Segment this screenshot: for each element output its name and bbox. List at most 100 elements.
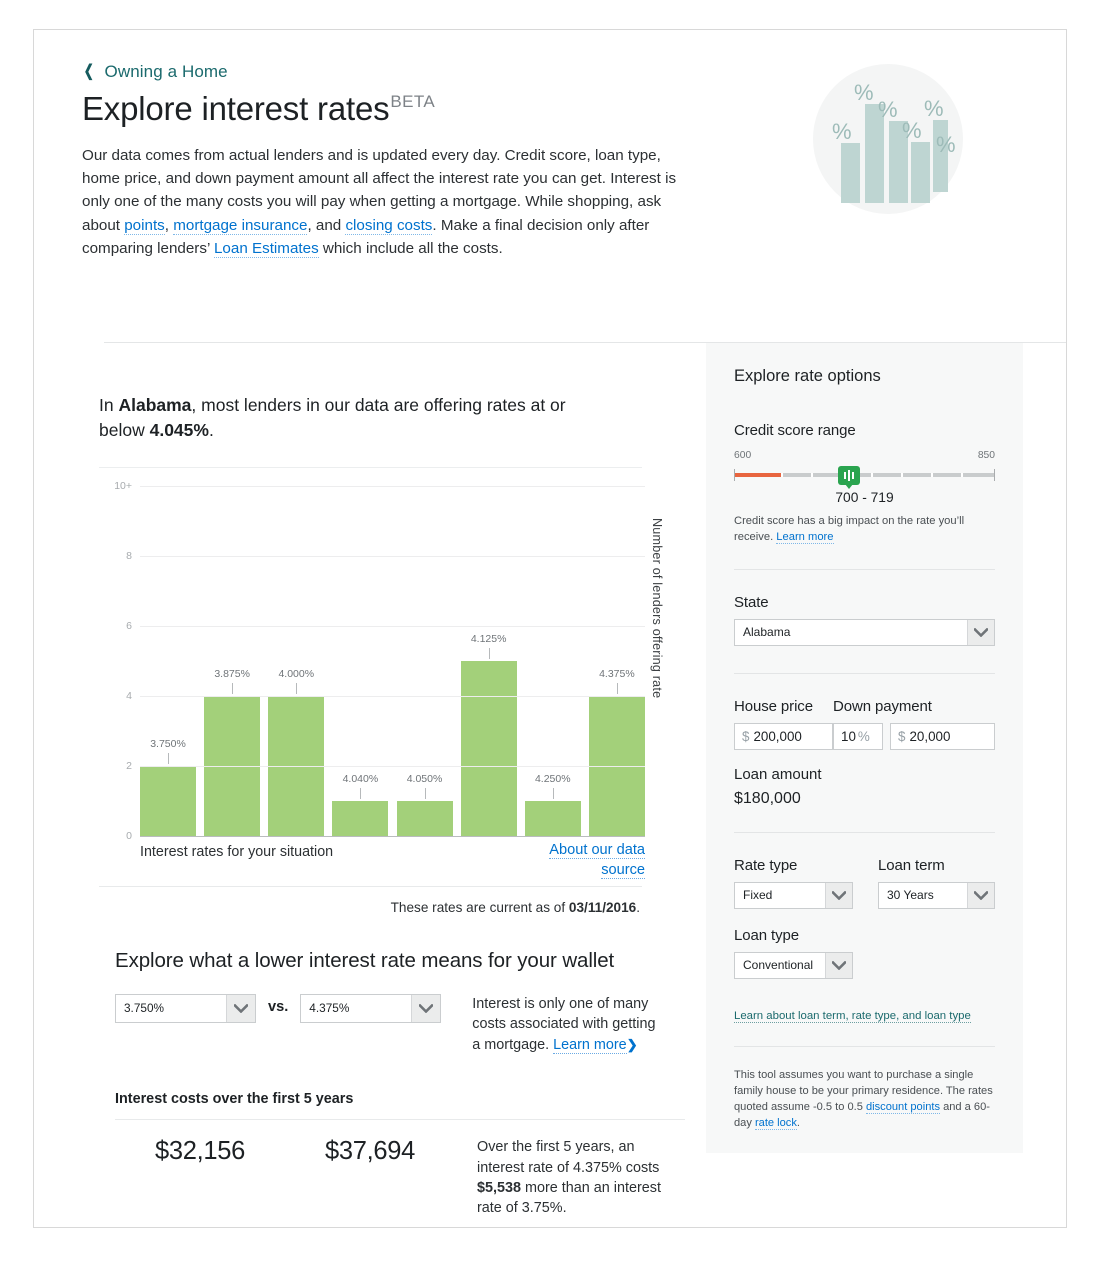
beta-badge: BETA <box>390 92 436 111</box>
panel-title: Explore rate options <box>734 367 881 385</box>
percent-sign-icon: % <box>857 728 870 744</box>
svg-text:%: % <box>878 97 898 122</box>
chart-bar[interactable] <box>396 800 453 836</box>
credit-slider-handle[interactable] <box>837 466 860 489</box>
chart-bar-tick <box>296 682 298 694</box>
about-our-data-source-link[interactable]: About our data source <box>513 840 645 880</box>
chart-gridline: 4 <box>126 690 645 702</box>
rates-bar-chart: 3.750% 3.875% 4.000% 4.040% 4.050% 4.125% 4.25… <box>99 468 679 879</box>
breadcrumb-owning-a-home[interactable]: ❮ Owning a Home <box>82 62 228 82</box>
chart-bar-label: 4.050% <box>406 772 443 785</box>
slider-filled-range <box>734 473 781 477</box>
as-of-date: 03/11/2016 <box>568 899 637 915</box>
loan-type-select[interactable]: Conventional <box>734 951 853 979</box>
chart-y-tick: 2 <box>126 759 132 772</box>
loan-amount-value: $180,000 <box>734 789 801 807</box>
chart-bar-column[interactable]: 3.750% <box>140 486 197 836</box>
page-body: In Alabama, most lenders in our data are… <box>34 343 1066 1227</box>
chart-column: In Alabama, most lenders in our data are… <box>34 343 706 1219</box>
chart-bar-tick <box>616 682 618 694</box>
chart-y-tick: 10+ <box>114 479 132 492</box>
slider-left-cap <box>734 469 735 481</box>
chart-bar-column[interactable]: 4.125% <box>460 486 517 836</box>
slider-notch <box>810 473 813 477</box>
credit-max-label: 850 <box>977 450 995 461</box>
slider-right-cap <box>994 469 995 481</box>
rate-a-select[interactable]: 3.750% <box>115 993 256 1023</box>
slider-notch <box>901 473 904 477</box>
chart-bar-column[interactable]: 4.040% <box>332 486 389 836</box>
link-loan-estimates[interactable]: Loan Estimates <box>213 239 319 258</box>
rate-type-select[interactable]: Fixed <box>734 881 853 909</box>
chart-gridline: 2 <box>126 760 645 772</box>
chart-bar-label: 4.000% <box>278 667 315 680</box>
rate-b-select[interactable]: 4.375% <box>300 993 442 1023</box>
credit-learn-more-link[interactable]: Learn more <box>776 530 834 544</box>
as-of-suffix: . <box>636 899 640 915</box>
rate-options-panel: Explore rate options Credit score range … <box>706 343 1023 1154</box>
dollar-sign-icon: $ <box>742 728 750 744</box>
chart-bar-column[interactable]: 4.000% <box>268 486 325 836</box>
page-header: ❮ Owning a Home Explore interest ratesBE… <box>34 30 1066 260</box>
rate-lock-link[interactable]: rate lock <box>754 1117 797 1131</box>
chart-bar-column[interactable]: 4.375% <box>588 486 645 836</box>
state-label: State <box>734 593 769 611</box>
learn-about-loan-link[interactable]: Learn about loan term, rate type, and lo… <box>734 1009 971 1023</box>
chevron-down-icon <box>825 882 852 908</box>
chart-bar-column[interactable]: 3.875% <box>204 486 261 836</box>
dollar-sign-icon: $ <box>898 728 906 744</box>
chart-bar-column[interactable]: 4.050% <box>396 486 453 836</box>
down-payment-amount-value: 20,000 <box>909 728 951 744</box>
credit-score-label: Credit score range <box>734 422 856 439</box>
down-payment-label: Down payment <box>833 697 932 715</box>
house-price-label: House price <box>734 697 813 715</box>
credit-slider-endpoints: 600 850 <box>734 450 995 461</box>
chart-bar[interactable] <box>460 660 517 836</box>
link-closing-costs[interactable]: closing costs <box>345 216 433 235</box>
down-payment-percent-value: 10 <box>841 728 856 744</box>
breadcrumb-label: Owning a Home <box>104 62 228 81</box>
app-page: ❮ Owning a Home Explore interest ratesBE… <box>33 29 1067 1228</box>
discount-points-link[interactable]: discount points <box>865 1100 940 1114</box>
chart-y-tick: 8 <box>126 549 132 562</box>
chevron-down-icon <box>825 952 852 978</box>
cost-note-text-1: Over the first 5 years, an interest rate… <box>477 1139 660 1176</box>
chart-bars: 3.750% 3.875% 4.000% 4.040% 4.050% 4.125% 4.25… <box>140 486 645 836</box>
about-our-data-source-label: About our data source <box>549 841 645 879</box>
chart-bar[interactable] <box>524 800 581 836</box>
wallet-learn-more-link[interactable]: Learn more <box>553 1036 627 1054</box>
intro-text-5: which include all the costs. <box>318 239 503 257</box>
chart-bar-tick <box>360 787 362 799</box>
chart-bar-tick <box>424 787 426 799</box>
chart-bar-column[interactable]: 4.250% <box>524 486 581 836</box>
cost-note-amount: $5,538 <box>477 1179 522 1196</box>
chevron-down-icon <box>967 619 994 645</box>
chart-bar[interactable] <box>332 800 389 836</box>
percent-bars-icon: % % % % % % <box>813 64 963 214</box>
link-points[interactable]: points <box>124 216 165 235</box>
chart-bottom-divider <box>99 885 642 887</box>
slider-notch <box>780 473 783 477</box>
chart-bar-label: 3.875% <box>214 667 250 680</box>
credit-score-note: Credit score has a big impact on the rat… <box>734 514 995 546</box>
chevron-down-icon <box>411 994 441 1022</box>
link-mortgage-insurance[interactable]: mortgage insurance <box>173 216 308 235</box>
svg-text:%: % <box>924 96 944 121</box>
rate-a-value: 3.750% <box>124 1001 165 1016</box>
house-price-input[interactable]: $ 200,000 <box>734 722 833 750</box>
rate-b-value: 4.375% <box>309 1001 350 1016</box>
chart-bar-label: 4.375% <box>599 667 635 680</box>
page-title-text: Explore interest rates <box>82 90 390 127</box>
lede-state: Alabama <box>118 395 192 415</box>
rates-as-of: These rates are current as of 03/11/2016… <box>34 900 706 915</box>
down-payment-percent-input[interactable]: 10 % <box>833 722 883 750</box>
house-price-value: 200,000 <box>753 728 802 744</box>
state-select[interactable]: Alabama <box>734 618 995 646</box>
chart-bar-label: 4.250% <box>534 772 571 785</box>
chevron-down-icon <box>226 994 255 1022</box>
chart-bar-tick <box>232 682 234 694</box>
credit-score-slider[interactable] <box>734 465 995 489</box>
loan-term-select[interactable]: 30 Years <box>878 881 995 909</box>
down-payment-amount-input[interactable]: $ 20,000 <box>890 722 995 750</box>
chart-bar[interactable] <box>140 765 197 836</box>
